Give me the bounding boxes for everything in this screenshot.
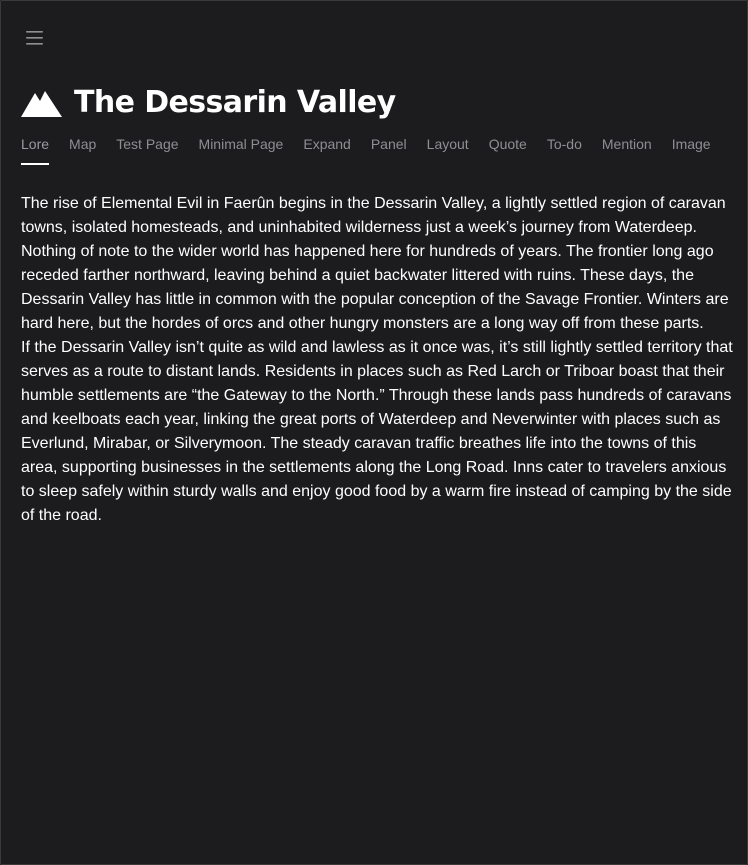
tab-layout[interactable]: Layout: [427, 135, 469, 165]
content-paragraph: If the Dessarin Valley isn’t quite as wi…: [21, 339, 733, 524]
tab-image[interactable]: Image: [672, 135, 711, 165]
page-title: The Dessarin Valley: [74, 85, 396, 120]
hamburger-menu-icon[interactable]: [24, 28, 46, 48]
tab-to-do[interactable]: To-do: [547, 135, 582, 165]
page-content: The rise of Elemental Evil in Faerûn beg…: [21, 192, 733, 528]
content-paragraph: The rise of Elemental Evil in Faerûn beg…: [21, 195, 729, 332]
tab-map[interactable]: Map: [69, 135, 96, 165]
mountain-icon: [21, 87, 62, 119]
app-window: The Dessarin Valley Lore Map Test Page Mini…: [0, 0, 748, 865]
tab-minimal-page[interactable]: Minimal Page: [199, 135, 284, 165]
tab-expand[interactable]: Expand: [303, 135, 350, 165]
tab-lore[interactable]: Lore: [21, 135, 50, 165]
tab-bar: Lore Map Test Page Minimal Page Expand Panel L…: [21, 135, 731, 165]
tab-test-page[interactable]: Test Page: [116, 135, 178, 165]
tab-mention[interactable]: Mention: [602, 135, 652, 165]
page-header: The Dessarin Valley: [21, 85, 396, 121]
tab-quote[interactable]: Quote: [489, 135, 527, 165]
tab-panel[interactable]: Panel: [371, 135, 407, 165]
